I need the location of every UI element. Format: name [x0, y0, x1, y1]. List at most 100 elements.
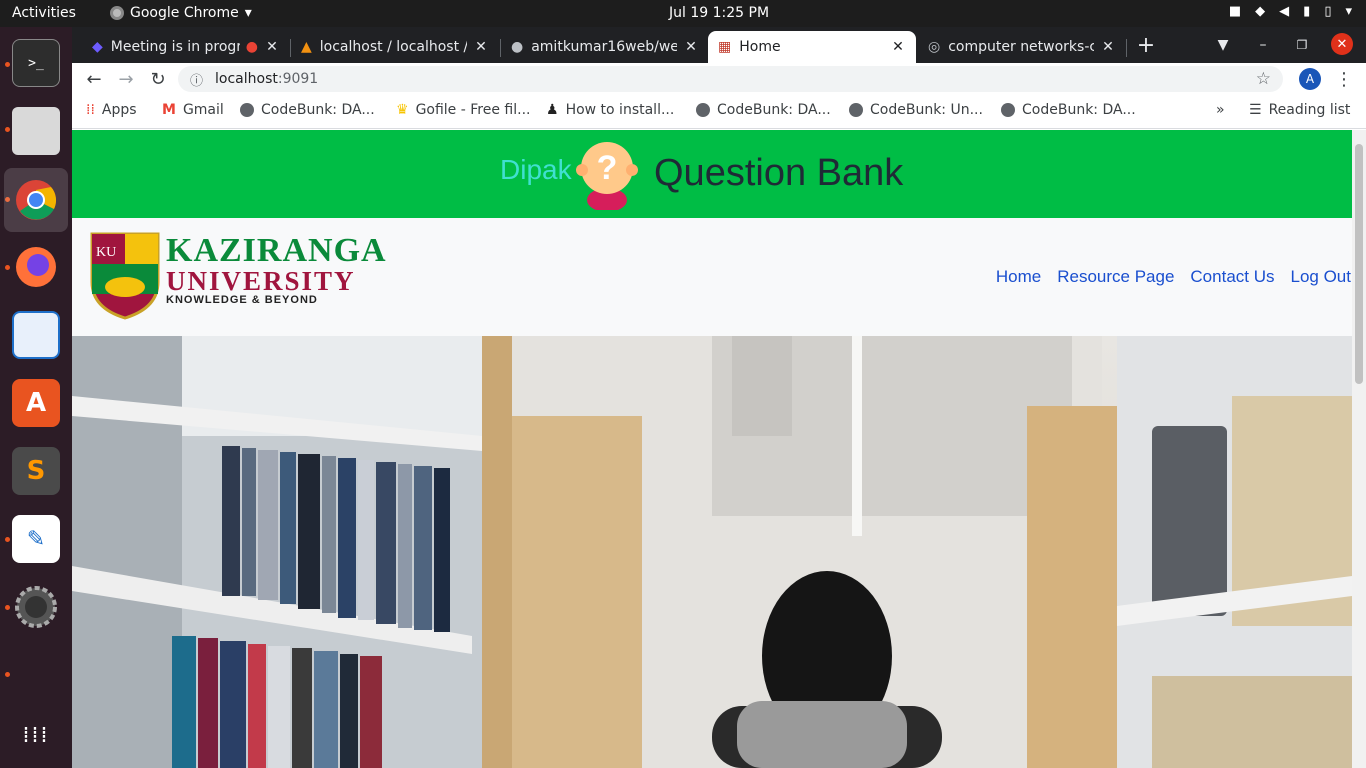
- show-applications-icon[interactable]: ⁞⁞⁞: [12, 711, 60, 759]
- bookmark-apps[interactable]: ⁞⁞ Apps: [86, 102, 137, 118]
- site-title: Question Bank: [654, 152, 904, 194]
- app-menu[interactable]: Google Chrome ▾: [110, 5, 252, 21]
- university-name: KAZIRANGA: [166, 232, 387, 269]
- tab-github[interactable]: ● amitkumar16web/we ✕: [501, 31, 709, 63]
- university-label: UNIVERSITY: [166, 266, 356, 296]
- tab-separator: [1126, 39, 1127, 57]
- address-bar[interactable]: ⓘ localhost:9091 ☆: [178, 66, 1283, 92]
- system-top-bar: Activities Google Chrome ▾ Jul 19 1:25 P…: [0, 0, 1366, 27]
- bookmark-codebunk-4[interactable]: CodeBunk: DA...: [1001, 102, 1136, 118]
- tab-localhost-phpmyadmin[interactable]: ▲ localhost / localhost / ✕: [291, 31, 499, 63]
- site-banner: Dipak ? Question Bank: [72, 130, 1352, 218]
- close-tab-icon[interactable]: ✕: [1100, 39, 1116, 55]
- dock: >_ A S ✎ ⁞⁞⁞: [0, 27, 72, 768]
- codebunk-icon: [696, 103, 710, 117]
- battery-icon: ▯: [1324, 4, 1332, 19]
- chrome-icon[interactable]: [4, 168, 68, 232]
- running-indicator: [5, 62, 10, 67]
- new-tab-button[interactable]: +: [1134, 33, 1158, 58]
- reading-list-icon: ☰: [1249, 102, 1262, 118]
- apps-grid-icon: ⁞⁞: [86, 102, 95, 118]
- codebunk-icon: [849, 103, 863, 117]
- linux-penguin-icon: ♟: [546, 102, 559, 118]
- nav-home[interactable]: Home: [996, 267, 1041, 287]
- bookmark-how-to-install[interactable]: ♟ How to install...: [546, 102, 674, 118]
- maximize-button[interactable]: ❐: [1290, 33, 1314, 57]
- github-favicon-icon: ●: [511, 39, 524, 55]
- close-window-button[interactable]: ✕: [1331, 33, 1353, 55]
- gmail-icon: M: [162, 102, 176, 118]
- gofile-icon: ♛: [396, 102, 409, 118]
- university-logo[interactable]: KU KAZIRANGA UNIVERSITY KNOWLEDGE & BEYO…: [90, 232, 386, 324]
- minimize-button[interactable]: –: [1251, 33, 1275, 57]
- clock[interactable]: Jul 19 1:25 PM: [669, 5, 769, 21]
- university-shield-icon: KU: [90, 232, 160, 320]
- question-mascot-icon: ?: [576, 142, 638, 210]
- site-navbar: KU KAZIRANGA UNIVERSITY KNOWLEDGE & BEYO…: [72, 218, 1352, 336]
- tab-meeting[interactable]: ◆ Meeting is in progress ● ✕: [82, 31, 290, 63]
- bookmarks-overflow-icon[interactable]: »: [1216, 102, 1225, 118]
- globe-icon: ◎: [928, 39, 941, 55]
- sublime-text-icon[interactable]: S: [12, 447, 60, 495]
- nav-contact-us[interactable]: Contact Us: [1190, 267, 1274, 287]
- running-indicator: [5, 265, 10, 270]
- software-store-icon[interactable]: A: [12, 379, 60, 427]
- university-badge-text: KU: [96, 245, 116, 260]
- recording-icon: ●: [245, 39, 258, 55]
- meeting-favicon-icon: ◆: [92, 39, 103, 55]
- nav-log-out[interactable]: Log Out: [1291, 267, 1352, 287]
- system-tray[interactable]: ■ ◆ ◀ ▮ ▯ ▾: [1229, 4, 1352, 19]
- reading-list-button[interactable]: ☰ Reading list: [1249, 102, 1350, 118]
- back-arrow-icon[interactable]: ←: [82, 67, 106, 91]
- camera-icon: ■: [1228, 4, 1242, 19]
- terminal-icon[interactable]: >_: [12, 39, 60, 87]
- bookmark-gofile[interactable]: ♛ Gofile - Free fil...: [396, 102, 530, 118]
- chevron-down-icon: ▾: [244, 5, 252, 21]
- java-ee-ide-icon[interactable]: [12, 583, 60, 631]
- close-tab-icon[interactable]: ✕: [264, 39, 280, 55]
- university-tagline: KNOWLEDGE & BEYOND: [166, 294, 318, 306]
- forward-arrow-icon[interactable]: →: [114, 67, 138, 91]
- info-icon: ⓘ: [190, 73, 204, 89]
- activities-button[interactable]: Activities: [12, 5, 76, 21]
- tab-home[interactable]: ▦ Home ✕: [708, 31, 916, 63]
- bookmark-gmail[interactable]: M Gmail: [162, 102, 224, 118]
- tab-computer-networks[interactable]: ◎ computer networks-c ✕: [918, 31, 1126, 63]
- bookmark-codebunk-3[interactable]: CodeBunk: Un...: [849, 102, 983, 118]
- bookmark-codebunk-2[interactable]: CodeBunk: DA...: [696, 102, 831, 118]
- svg-text:?: ?: [597, 149, 618, 187]
- close-tab-icon[interactable]: ✕: [890, 39, 906, 55]
- bookmark-star-icon[interactable]: ☆: [1256, 69, 1271, 89]
- running-indicator: [5, 127, 10, 132]
- chevron-down-icon: ▾: [1345, 4, 1352, 19]
- library-scene: [72, 336, 1352, 768]
- web-page: Dipak ? Question Bank KU KAZIRANGA UNIVE…: [72, 130, 1352, 768]
- browser-toolbar: ← → ↻ ⓘ localhost:9091 ☆ A ⋮: [72, 63, 1366, 95]
- tab-search-icon[interactable]: ▼: [1211, 33, 1235, 57]
- bookmark-codebunk-1[interactable]: CodeBunk: DA...: [240, 102, 375, 118]
- profile-avatar[interactable]: A: [1299, 68, 1321, 90]
- hero-library-image: [72, 336, 1352, 768]
- app-menu-label: Google Chrome: [130, 5, 239, 21]
- codebunk-icon: [1001, 103, 1015, 117]
- files-icon[interactable]: [12, 107, 60, 155]
- close-tab-icon[interactable]: ✕: [683, 39, 699, 55]
- codebunk-icon: [240, 103, 254, 117]
- browser-window: ◆ Meeting is in progress ● ✕ ▲ localhost…: [72, 27, 1366, 768]
- running-indicator: [5, 537, 10, 542]
- phpmyadmin-favicon-icon: ▲: [301, 39, 312, 55]
- volume-icon: ◀: [1279, 4, 1290, 19]
- close-tab-icon[interactable]: ✕: [473, 39, 489, 55]
- reload-icon[interactable]: ↻: [146, 67, 170, 91]
- writer-document-icon[interactable]: [12, 311, 60, 359]
- tab-strip: ◆ Meeting is in progress ● ✕ ▲ localhost…: [72, 27, 1366, 63]
- bookmarks-bar: ⁞⁞ Apps M Gmail CodeBunk: DA... ♛ Gofile - …: [72, 95, 1366, 129]
- url-host: localhost: [215, 71, 278, 87]
- more-menu-icon[interactable]: ⋮: [1332, 67, 1356, 91]
- url-port: :9091: [277, 71, 319, 87]
- nav-resource-page[interactable]: Resource Page: [1057, 267, 1174, 287]
- page-scrollbar[interactable]: [1352, 130, 1366, 768]
- firefox-icon[interactable]: [12, 243, 60, 291]
- scrollbar-thumb[interactable]: [1355, 144, 1363, 384]
- text-editor-icon[interactable]: ✎: [12, 515, 60, 563]
